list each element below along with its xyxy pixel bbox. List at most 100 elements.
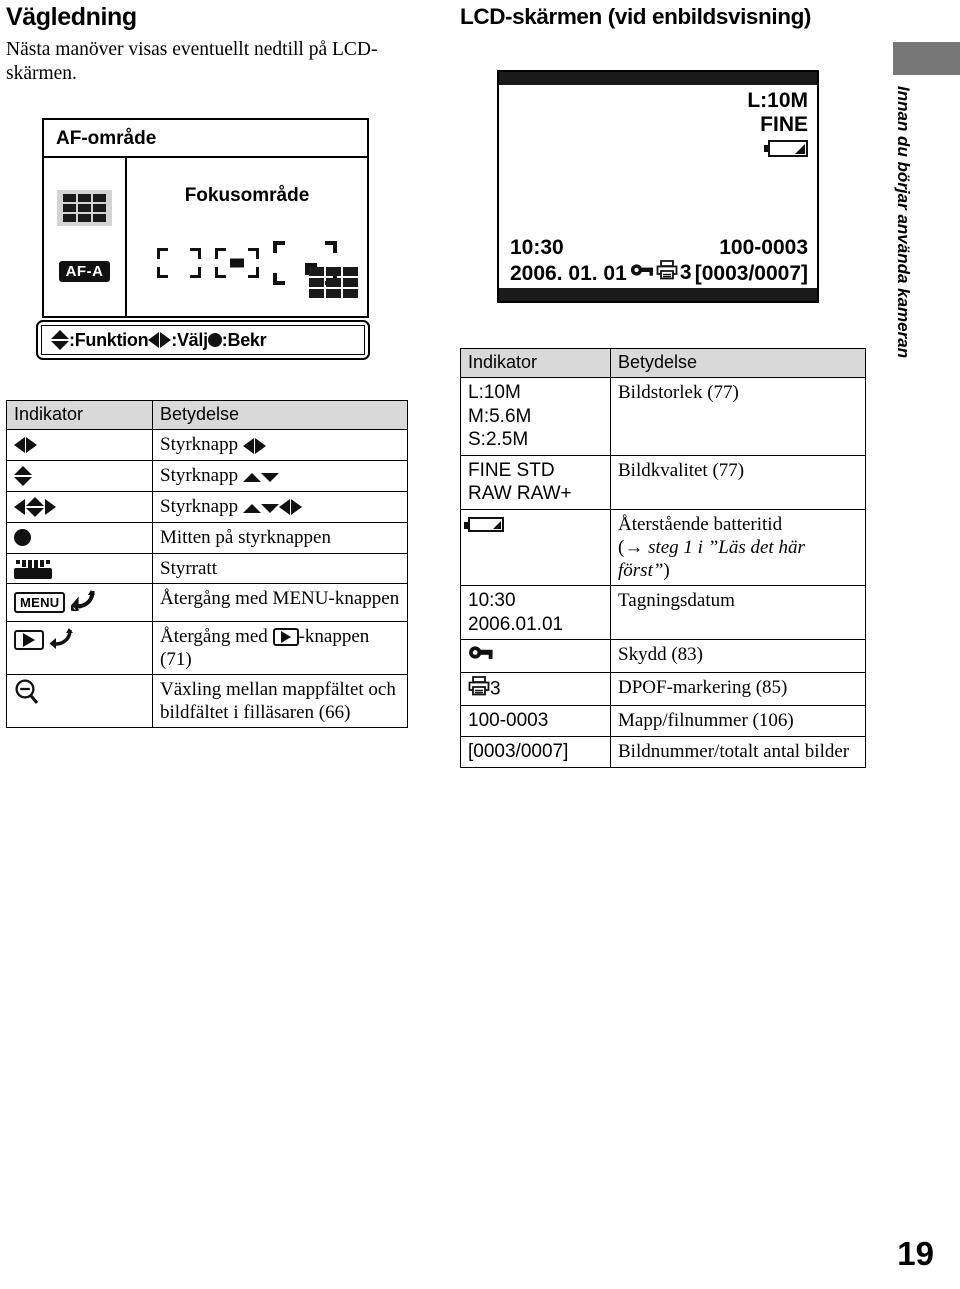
lcd-display-field: L:10M FINE 10:30 100-0003 2006. 01. 01 3… bbox=[499, 85, 817, 288]
key-icon bbox=[630, 261, 654, 285]
table-row: 10:30 2006.01.01 Tagningsdatum bbox=[460, 585, 866, 641]
left-column: Vägledning Nästa manöver visas eventuell… bbox=[6, 3, 416, 87]
meaning-cell: Återgång med MENU-knappen bbox=[152, 583, 408, 622]
printer-icon bbox=[656, 260, 678, 286]
meaning-note: (→ steg 1 i ”Läs det här först”) bbox=[618, 536, 858, 582]
table-row: Mitten på styrknappen bbox=[6, 521, 408, 554]
meaning-text: Styrknapp bbox=[160, 464, 239, 486]
focus-area-label: Fokusområde bbox=[184, 185, 310, 206]
meaning-cell: Återstående batteritid (→ steg 1 i ”Läs … bbox=[610, 508, 866, 587]
center-dot-icon bbox=[207, 333, 222, 347]
meaning-cell: DPOF-markering (85) bbox=[610, 671, 866, 707]
battery-icon bbox=[464, 517, 504, 533]
grid-3x3-icon bbox=[305, 263, 358, 298]
down-triangle-icon bbox=[260, 496, 279, 519]
lcd-dpof-count: 3 bbox=[679, 261, 692, 285]
indicator-cell: [0003/0007] bbox=[460, 735, 611, 768]
left-right-triangles-icon bbox=[242, 437, 266, 454]
up-down-triangles-icon bbox=[51, 330, 69, 350]
column-header-indikator: Indikator bbox=[460, 348, 611, 378]
table-row: Styrratt bbox=[6, 552, 408, 585]
indicator-line: 10:30 bbox=[468, 590, 516, 612]
guidance-bar-inner: :Funktion :Välj :Bekr bbox=[41, 325, 365, 355]
indicator-cell: 10:30 2006.01.01 bbox=[460, 585, 611, 641]
meaning-cell: Styrknapp bbox=[152, 490, 408, 523]
indicator-cell bbox=[460, 508, 611, 587]
return-arrow-icon bbox=[68, 587, 97, 618]
table-row: 3 DPOF-markering (85) bbox=[460, 671, 866, 707]
indicator-cell: 3 bbox=[460, 671, 611, 707]
indicator-cell: 100-0003 bbox=[460, 705, 611, 737]
lcd-bottom-info: 10:30 100-0003 2006. 01. 01 3 [0003/0007… bbox=[499, 236, 817, 286]
intro-paragraph: Nästa manöver visas eventuellt nedtill p… bbox=[6, 38, 378, 85]
table-row: FINE STD RAW RAW+ Bildkvalitet (77) bbox=[460, 454, 866, 510]
down-triangle-icon bbox=[260, 465, 279, 488]
lcd-image-quality: FINE bbox=[760, 112, 808, 136]
lcd-screen-illustration: L:10M FINE 10:30 100-0003 2006. 01. 01 3… bbox=[497, 70, 819, 303]
table-row: Skydd (83) bbox=[460, 639, 866, 673]
page-title: Vägledning bbox=[6, 3, 137, 31]
right-indicator-table: Indikator Betydelse L:10M M:5.6M S:2.5M … bbox=[460, 348, 866, 768]
left-right-triangles-icon bbox=[148, 332, 172, 348]
return-arrow-icon bbox=[49, 625, 75, 656]
lcd-image-index: [0003/0007] bbox=[694, 262, 808, 286]
indicator-cell bbox=[6, 552, 153, 585]
indicator-cell: MENU bbox=[6, 583, 153, 622]
af-screen-body: AF-A Fokusområde bbox=[44, 158, 367, 316]
meaning-cell: Bildstorlek (77) bbox=[610, 377, 866, 456]
af-area-grid-icon-highlighted bbox=[57, 189, 112, 226]
table-row: L:10M M:5.6M S:2.5M Bildstorlek (77) bbox=[460, 377, 866, 456]
indicator-line: 2006.01.01 bbox=[468, 613, 564, 635]
af-a-badge: AF-A bbox=[58, 261, 111, 283]
meaning-cell: Styrknapp bbox=[152, 429, 408, 461]
meaning-text: Styrknapp bbox=[160, 434, 239, 455]
lcd-bottom-row-2: 2006. 01. 01 3 [0003/0007] bbox=[510, 260, 808, 286]
meaning-text: Styrknapp bbox=[160, 495, 239, 517]
indicator-cell bbox=[6, 459, 153, 492]
column-header-betydelse: Betydelse bbox=[610, 348, 866, 378]
indicator-cell bbox=[6, 620, 153, 675]
indicator-line: L:10M bbox=[468, 382, 521, 403]
table-row: [0003/0007] Bildnummer/totalt antal bild… bbox=[460, 735, 866, 768]
meaning-cell: Mitten på styrknappen bbox=[152, 521, 408, 554]
af-area-screen-illustration: AF-område AF-A Fokusområde bbox=[42, 118, 369, 318]
left-right-triangles-icon bbox=[278, 499, 302, 516]
indicator-cell bbox=[6, 429, 153, 461]
meaning-text: Återstående batteritid bbox=[618, 513, 783, 535]
af-screen-title: AF-område bbox=[44, 120, 367, 158]
battery-icon bbox=[764, 139, 808, 157]
note-italic-text: steg 1 i ”Läs det här först” bbox=[618, 536, 805, 582]
up-triangle-icon bbox=[242, 496, 261, 519]
table-header-row: Indikator Betydelse bbox=[460, 348, 866, 378]
indicator-cell: FINE STD RAW RAW+ bbox=[460, 454, 611, 510]
up-triangle-icon bbox=[242, 465, 261, 488]
section-tab-label: Innan du börjar använda kameran bbox=[894, 86, 913, 359]
meaning-cell: Styrratt bbox=[152, 552, 408, 585]
indicator-cell bbox=[6, 521, 153, 554]
column-header-indikator: Indikator bbox=[6, 400, 153, 430]
meaning-cell: Styrknapp bbox=[152, 459, 408, 492]
meaning-text-part-a: Återgång med bbox=[160, 625, 268, 647]
meaning-cell: Tagningsdatum bbox=[610, 585, 866, 641]
lcd-bottom-row-1: 10:30 100-0003 bbox=[510, 236, 808, 260]
indicator-line: M:5.6M bbox=[468, 405, 532, 427]
table-row: Styrknapp bbox=[6, 459, 408, 492]
lcd-status-icons: 3 bbox=[627, 260, 695, 286]
wide-af-area-icon bbox=[157, 248, 201, 278]
meaning-cell: Skydd (83) bbox=[610, 639, 866, 673]
lcd-folder-file: 100-0003 bbox=[719, 236, 808, 260]
lcd-section-title: LCD-skärmen (vid enbildsvisning) bbox=[460, 4, 812, 29]
control-dial-icon bbox=[14, 559, 52, 579]
lcd-time: 10:30 bbox=[510, 236, 564, 260]
key-icon bbox=[468, 643, 494, 669]
zoom-out-magnifier-icon bbox=[14, 678, 39, 704]
section-tab-block bbox=[893, 42, 960, 75]
guide-funktion-label: :Funktion bbox=[69, 329, 149, 350]
indicator-cell bbox=[6, 490, 153, 523]
lcd-date: 2006. 01. 01 bbox=[510, 262, 627, 286]
lcd-battery-row bbox=[747, 136, 808, 160]
four-way-triangles-icon bbox=[14, 496, 56, 517]
indicator-cell bbox=[460, 639, 611, 673]
table-row: Styrknapp bbox=[6, 429, 408, 461]
grid-3x3-icon bbox=[63, 193, 106, 222]
